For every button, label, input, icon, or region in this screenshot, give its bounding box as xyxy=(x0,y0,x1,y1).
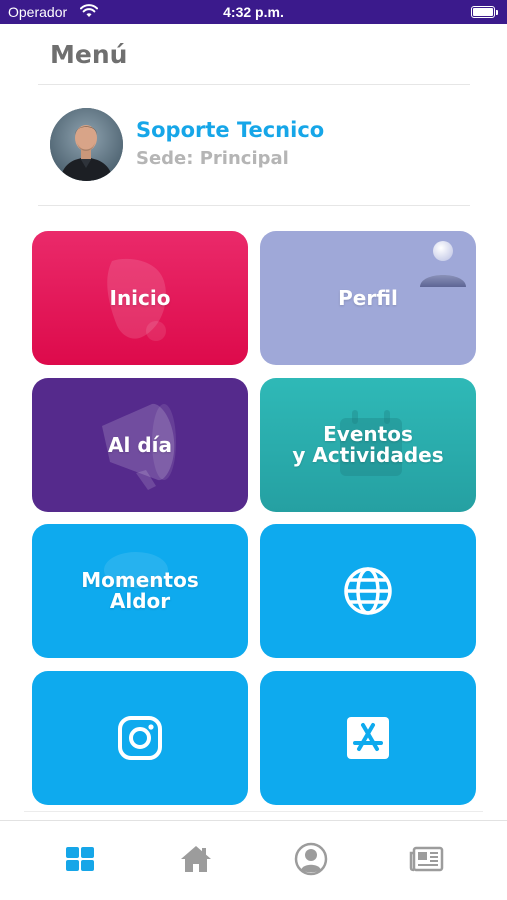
tile-momentos-aldor[interactable]: Momentos Aldor xyxy=(32,524,248,658)
tile-app-store[interactable] xyxy=(260,671,476,805)
page-title: Menú xyxy=(50,40,128,69)
tile-label: Perfil xyxy=(338,285,398,310)
tile-eventos[interactable]: Eventos y Actividades xyxy=(260,378,476,512)
grid-icon xyxy=(66,847,94,871)
home-icon xyxy=(181,846,211,872)
tab-bar xyxy=(0,821,507,900)
profile-name[interactable]: Soporte Tecnico xyxy=(136,118,324,142)
tile-label: Eventos y Actividades xyxy=(292,422,444,467)
status-bar: Operador 4:32 p.m. xyxy=(0,0,507,24)
divider xyxy=(38,84,470,85)
tile-label xyxy=(260,671,476,805)
tile-website[interactable] xyxy=(260,524,476,658)
tile-al-dia[interactable]: Al día xyxy=(32,378,248,512)
status-time: 4:32 p.m. xyxy=(223,4,284,20)
tile-label: Momentos Aldor xyxy=(81,568,199,613)
tile-label xyxy=(32,671,248,805)
divider xyxy=(24,811,483,812)
tile-label: Inicio xyxy=(109,285,171,310)
divider xyxy=(38,205,470,206)
tab-profile[interactable] xyxy=(293,841,329,877)
user-icon xyxy=(294,842,328,876)
tile-inicio[interactable]: Inicio xyxy=(32,231,248,365)
tab-menu[interactable] xyxy=(62,841,98,877)
profile-site: Sede: Principal xyxy=(136,148,289,169)
tile-label xyxy=(260,524,476,658)
tab-home[interactable] xyxy=(178,841,214,877)
tile-perfil[interactable]: Perfil xyxy=(260,231,476,365)
avatar[interactable] xyxy=(50,108,123,181)
battery-icon xyxy=(471,6,498,18)
tile-instagram[interactable] xyxy=(32,671,248,805)
news-icon xyxy=(409,846,444,872)
user-photo-icon xyxy=(50,108,123,181)
tab-news[interactable] xyxy=(409,841,445,877)
tile-label: Al día xyxy=(108,432,172,457)
